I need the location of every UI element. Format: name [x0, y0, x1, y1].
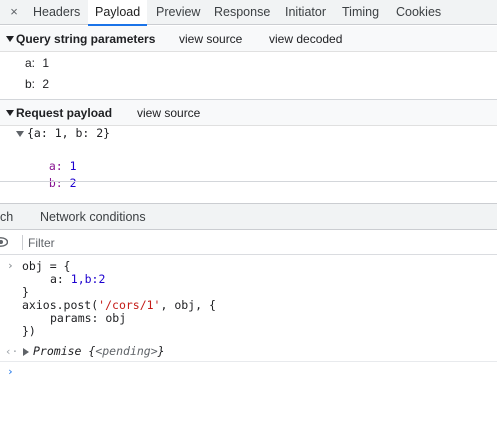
query-param-value: 2 — [42, 77, 50, 91]
query-param-row: b: 2 — [25, 77, 49, 91]
tab-payload[interactable]: Payload — [88, 0, 148, 26]
collapse-triangle-icon[interactable] — [6, 110, 14, 116]
tab-initiator[interactable]: Initiator — [285, 0, 326, 25]
tab-response[interactable]: Response — [214, 0, 270, 25]
query-string-section-header[interactable]: Query string parameters view source view… — [0, 26, 497, 52]
code-call: axios.post( — [22, 298, 99, 312]
collapse-triangle-icon[interactable] — [6, 36, 14, 42]
toolbar-separator — [22, 235, 23, 250]
tab-search[interactable]: ch — [0, 210, 13, 224]
query-string-title: Query string parameters — [16, 32, 156, 46]
console-toolbar — [0, 230, 497, 255]
request-payload-section-header[interactable]: Request payload view source — [0, 100, 497, 126]
promise-brace-close: } — [157, 344, 165, 358]
query-param-key: b: — [25, 77, 36, 91]
tab-network-conditions[interactable]: Network conditions — [40, 210, 146, 224]
payload-property-row: b: 2 — [35, 162, 77, 190]
tab-headers[interactable]: Headers — [33, 0, 80, 25]
code-key: a: — [50, 272, 71, 286]
payload-object-summary[interactable]: {a: 1, b: 2} — [27, 126, 110, 140]
promise-label: Promise — [33, 344, 82, 358]
request-payload-title: Request payload — [16, 106, 113, 120]
drawer-tabbar: ch Network conditions — [0, 203, 497, 230]
promise-result[interactable]: Promise {<pending>} — [33, 344, 165, 358]
promise-state: <pending> — [95, 344, 158, 358]
query-param-row: a: 1 — [25, 56, 49, 70]
query-param-key: a: — [25, 56, 36, 70]
console-filter-input[interactable] — [28, 233, 488, 252]
console-code-line: params: obj — [50, 311, 127, 325]
expand-triangle-icon[interactable] — [16, 131, 24, 137]
tab-timing[interactable]: Timing — [342, 0, 379, 25]
payload-prop-value: 2 — [69, 176, 77, 190]
query-param-value: 1 — [42, 56, 50, 70]
payload-view-source-button[interactable]: view source — [137, 106, 200, 120]
section-divider — [0, 181, 497, 182]
expand-triangle-icon[interactable] — [23, 348, 29, 356]
eye-icon[interactable] — [0, 237, 8, 247]
console-prompt-icon[interactable]: › — [7, 365, 14, 378]
console-result-row: ‹· Promise {<pending>} — [0, 342, 497, 362]
network-detail-tabbar: × Headers Payload Preview Response Initi… — [0, 0, 497, 26]
code-string: '/cors/1' — [98, 298, 161, 312]
code-number: 1,b:2 — [70, 272, 106, 286]
code-args: , obj, { — [160, 298, 216, 312]
console-code-line: }) — [22, 324, 36, 338]
console-code-line: obj = { — [22, 259, 71, 273]
tab-cookies[interactable]: Cookies — [396, 0, 441, 25]
query-view-decoded-button[interactable]: view decoded — [269, 32, 342, 46]
input-chevron-icon: › — [7, 259, 14, 272]
result-chevron-icon: ‹· — [5, 345, 19, 358]
tab-preview[interactable]: Preview — [156, 0, 200, 25]
console-code-line: } — [22, 285, 29, 299]
close-icon[interactable]: × — [6, 4, 22, 20]
query-view-source-button[interactable]: view source — [179, 32, 242, 46]
console-code-line: a: 1,b:2 — [50, 272, 105, 286]
payload-prop-key: b: — [48, 176, 63, 190]
promise-brace-open: { — [81, 344, 96, 358]
console-code-line: axios.post('/cors/1', obj, { — [22, 298, 216, 312]
